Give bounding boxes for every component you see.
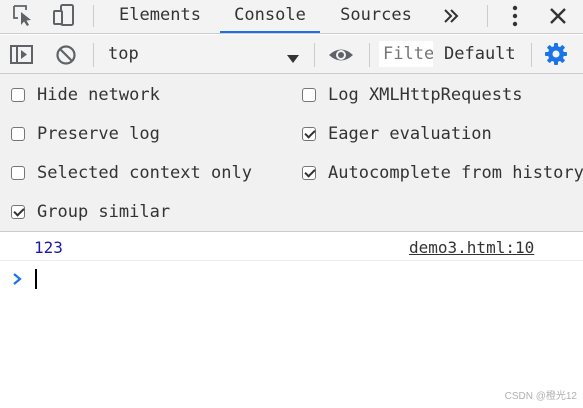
- context-selector[interactable]: top: [100, 35, 306, 73]
- context-value: top: [108, 44, 139, 64]
- log-level-value: Default: [444, 44, 516, 64]
- dropdown-arrow-icon: [286, 49, 300, 63]
- setting-eager-evaluation[interactable]: Eager evaluation: [302, 123, 492, 145]
- watermark: CSDN @橙光12: [504, 391, 577, 402]
- devtools-tab-bar: Elements Console Sources: [0, 0, 583, 34]
- toolbar-divider: [531, 43, 532, 67]
- setting-autocomplete-from-history[interactable]: Autocomplete from history: [302, 162, 583, 184]
- checkbox[interactable]: [11, 88, 25, 102]
- chevron-right-icon: [11, 271, 23, 285]
- tab-label: Sources: [340, 5, 412, 25]
- tab-sources[interactable]: Sources: [330, 0, 422, 33]
- setting-selected-context-only[interactable]: Selected context only: [11, 162, 252, 184]
- checkbox[interactable]: [11, 166, 25, 180]
- log-value: 123: [34, 238, 63, 257]
- tab-label: Console: [234, 5, 306, 25]
- setting-label: Preserve log: [37, 124, 160, 144]
- setting-label: Selected context only: [37, 163, 252, 183]
- checkbox-checked[interactable]: [302, 127, 316, 141]
- device-toolbar-icon[interactable]: [52, 3, 76, 27]
- console-settings-panel: Hide network Preserve log Selected conte…: [0, 74, 583, 232]
- inspect-element-icon[interactable]: [11, 3, 35, 27]
- checkbox-checked[interactable]: [302, 166, 316, 180]
- toolbar-divider: [93, 5, 94, 27]
- text-caret: [35, 269, 37, 289]
- setting-label: Group similar: [37, 202, 171, 222]
- console-prompt[interactable]: [0, 262, 583, 292]
- setting-label: Autocomplete from history: [328, 163, 583, 183]
- toolbar-divider: [487, 5, 488, 27]
- setting-log-xmlhttprequests[interactable]: Log XMLHttpRequests: [302, 84, 522, 106]
- log-source-link[interactable]: demo3.html:10: [409, 238, 534, 257]
- console-toolbar: top Default: [0, 35, 583, 74]
- setting-group-similar[interactable]: Group similar: [11, 201, 170, 223]
- checkbox-checked[interactable]: [11, 205, 25, 219]
- gear-icon[interactable]: [544, 42, 568, 66]
- filter-input[interactable]: [379, 41, 433, 67]
- log-level-selector[interactable]: Default: [438, 35, 528, 73]
- clear-console-icon[interactable]: [55, 44, 77, 66]
- vertical-dots-menu-icon[interactable]: [505, 4, 525, 28]
- setting-preserve-log[interactable]: Preserve log: [11, 123, 160, 145]
- setting-label: Eager evaluation: [328, 124, 492, 144]
- eye-icon[interactable]: [327, 44, 355, 66]
- toolbar-divider: [369, 43, 370, 67]
- toolbar-divider: [93, 43, 94, 67]
- console-sidebar-icon[interactable]: [10, 44, 34, 66]
- checkbox[interactable]: [302, 88, 316, 102]
- tab-label: Elements: [119, 5, 201, 25]
- close-icon[interactable]: [547, 5, 569, 27]
- setting-label: Log XMLHttpRequests: [328, 85, 523, 105]
- tab-console[interactable]: Console: [220, 0, 320, 33]
- console-log-row: 123 demo3.html:10: [0, 233, 583, 261]
- setting-label: Hide network: [37, 85, 160, 105]
- toolbar-divider: [314, 43, 315, 67]
- tab-elements[interactable]: Elements: [110, 0, 210, 33]
- setting-hide-network[interactable]: Hide network: [11, 84, 160, 106]
- chevron-double-right-icon[interactable]: [440, 5, 462, 27]
- checkbox[interactable]: [11, 127, 25, 141]
